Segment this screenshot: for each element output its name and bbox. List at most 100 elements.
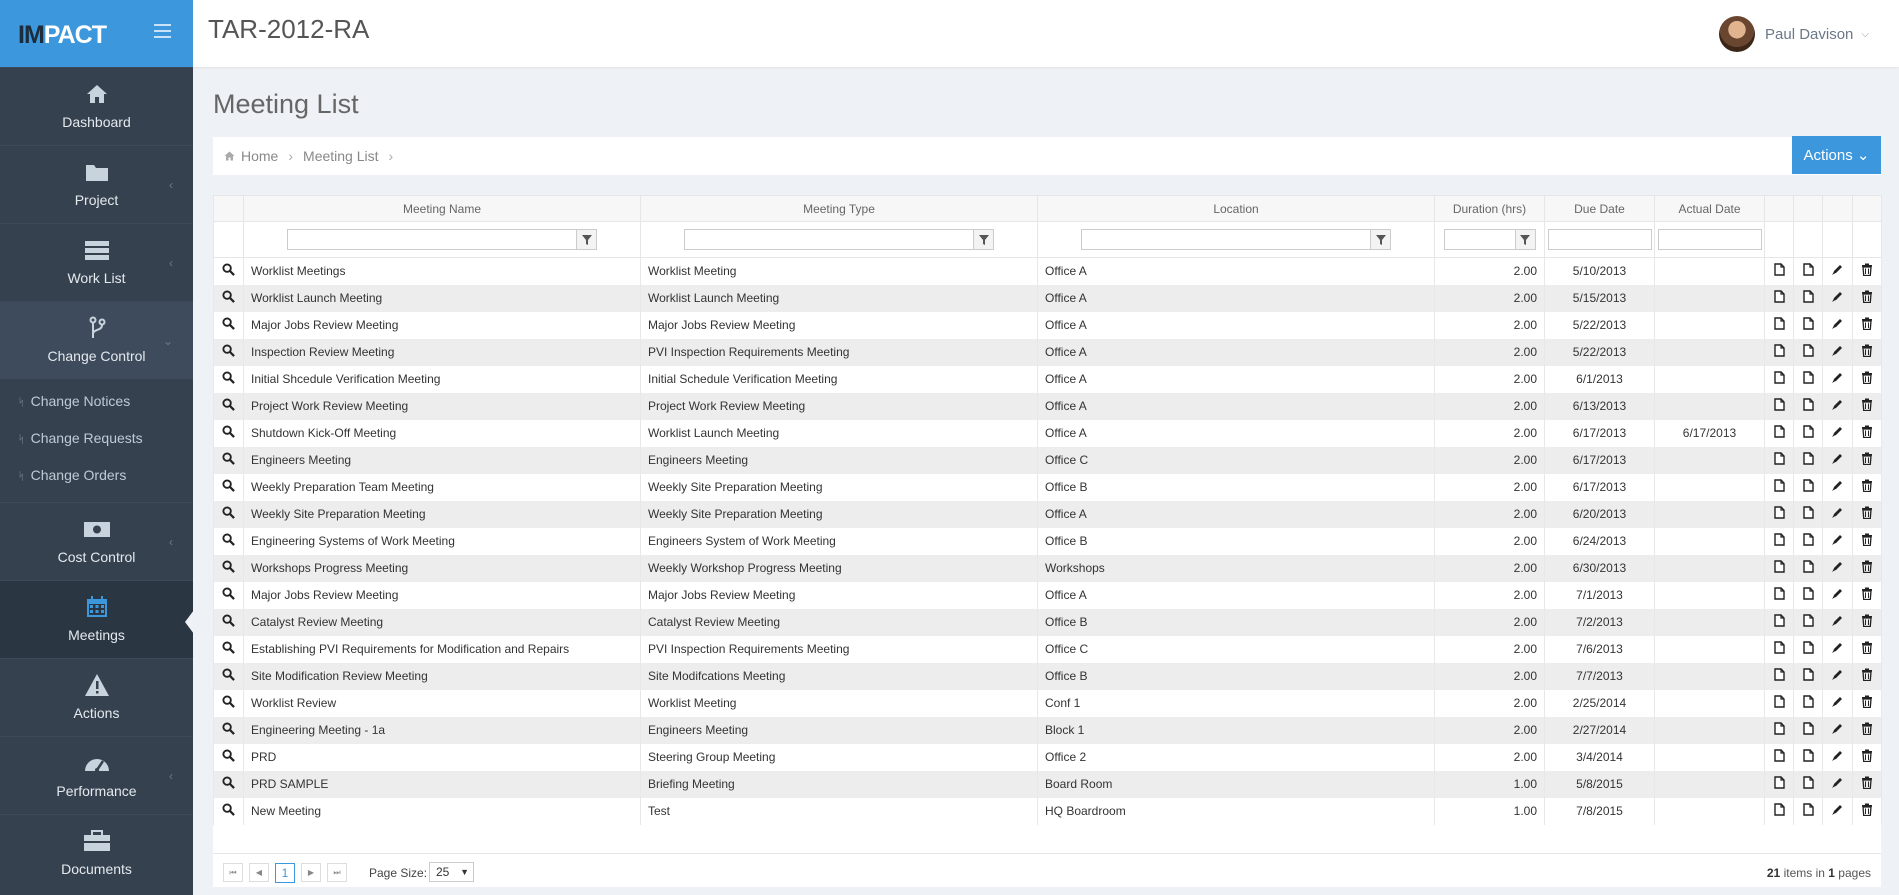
header-due-date[interactable]: Due Date [1544, 195, 1655, 222]
document-icon[interactable] [1773, 641, 1785, 657]
document-icon[interactable] [1773, 479, 1785, 495]
edit-pencil-icon[interactable] [1831, 614, 1844, 630]
duration-filter[interactable] [1443, 229, 1516, 250]
delete-trash-icon[interactable] [1861, 317, 1873, 333]
edit-pencil-icon[interactable] [1831, 452, 1844, 468]
view-details-icon[interactable] [222, 290, 235, 306]
edit-pencil-icon[interactable] [1831, 749, 1844, 765]
document-icon[interactable] [1773, 344, 1785, 360]
prev-page-button[interactable]: ◀ [249, 863, 269, 882]
filter-icon[interactable] [577, 229, 597, 250]
table-row[interactable]: Engineering Systems of Work Meeting Engin… [213, 527, 1882, 555]
view-details-icon[interactable] [222, 506, 235, 522]
report-document-icon[interactable] [1802, 560, 1814, 576]
table-row[interactable]: Major Jobs Review Meeting Major Jobs Revi… [213, 311, 1882, 339]
edit-pencil-icon[interactable] [1831, 722, 1844, 738]
view-details-icon[interactable] [222, 587, 235, 603]
delete-trash-icon[interactable] [1861, 344, 1873, 360]
edit-pencil-icon[interactable] [1831, 317, 1844, 333]
view-details-icon[interactable] [222, 722, 235, 738]
edit-pencil-icon[interactable] [1831, 587, 1844, 603]
report-document-icon[interactable] [1802, 479, 1814, 495]
delete-trash-icon[interactable] [1861, 452, 1873, 468]
document-icon[interactable] [1773, 722, 1785, 738]
document-icon[interactable] [1773, 371, 1785, 387]
table-row[interactable]: Establishing PVI Requirements for Modifi… [213, 635, 1882, 663]
sidebar-item-dashboard[interactable]: Dashboard [0, 67, 193, 145]
delete-trash-icon[interactable] [1861, 479, 1873, 495]
sidebar-item-meetings[interactable]: Meetings [0, 580, 194, 658]
view-details-icon[interactable] [222, 560, 235, 576]
edit-pencil-icon[interactable] [1831, 533, 1844, 549]
sidebar-item-project[interactable]: Project ‹ [0, 145, 193, 223]
document-icon[interactable] [1773, 317, 1785, 333]
view-details-icon[interactable] [222, 371, 235, 387]
view-details-icon[interactable] [222, 776, 235, 792]
sidebar-item-change-control[interactable]: Change Control ⌄ [0, 301, 193, 379]
report-document-icon[interactable] [1802, 533, 1814, 549]
document-icon[interactable] [1773, 560, 1785, 576]
view-details-icon[interactable] [222, 263, 235, 279]
document-icon[interactable] [1773, 776, 1785, 792]
table-row[interactable]: PRD Steering Group Meeting Office 2 2.00 3/4… [213, 743, 1882, 771]
table-row[interactable]: Initial Shcedule Verification Meeting Ini… [213, 365, 1882, 393]
table-row[interactable]: Engineering Meeting - 1a Engineers Meetin… [213, 716, 1882, 744]
delete-trash-icon[interactable] [1861, 560, 1873, 576]
report-document-icon[interactable] [1802, 506, 1814, 522]
report-document-icon[interactable] [1802, 425, 1814, 441]
header-meeting-name[interactable]: Meeting Name [243, 195, 641, 222]
actual-date-filter[interactable] [1657, 229, 1762, 250]
report-document-icon[interactable] [1802, 344, 1814, 360]
filter-icon[interactable] [1515, 229, 1536, 250]
table-row[interactable]: Catalyst Review Meeting Catalyst Review M… [213, 608, 1882, 636]
table-row[interactable]: PRD SAMPLE Briefing Meeting Board Room 1.00… [213, 770, 1882, 798]
table-row[interactable]: Worklist Launch Meeting Worklist Launch M… [213, 284, 1882, 312]
user-menu[interactable]: Paul Davison ⌵ [1719, 16, 1869, 52]
report-document-icon[interactable] [1802, 371, 1814, 387]
sidebar-item-change-notices[interactable]: ᛋ Change Notices [0, 383, 193, 420]
document-icon[interactable] [1773, 803, 1785, 819]
document-icon[interactable] [1773, 749, 1785, 765]
document-icon[interactable] [1773, 425, 1785, 441]
breadcrumb-current-link[interactable]: Meeting List [303, 148, 378, 164]
edit-pencil-icon[interactable] [1831, 263, 1844, 279]
document-icon[interactable] [1773, 533, 1785, 549]
meeting-type-filter[interactable] [684, 229, 974, 250]
table-row[interactable]: Major Jobs Review Meeting Major Jobs Revi… [213, 581, 1882, 609]
page-size-select[interactable]: 25 ▼ [429, 862, 474, 882]
header-location[interactable]: Location [1037, 195, 1435, 222]
edit-pencil-icon[interactable] [1831, 398, 1844, 414]
sidebar-item-cost-control[interactable]: Cost Control ‹ [0, 502, 193, 580]
report-document-icon[interactable] [1802, 317, 1814, 333]
view-details-icon[interactable] [222, 695, 235, 711]
table-row[interactable]: Weekly Preparation Team Meeting Weekly Si… [213, 473, 1882, 501]
document-icon[interactable] [1773, 614, 1785, 630]
table-row[interactable]: Workshops Progress Meeting Weekly Worksho… [213, 554, 1882, 582]
breadcrumb-home-link[interactable]: Home [241, 148, 278, 164]
sidebar-item-change-orders[interactable]: ᛋ Change Orders [0, 457, 193, 494]
edit-pencil-icon[interactable] [1831, 425, 1844, 441]
edit-pencil-icon[interactable] [1831, 803, 1844, 819]
edit-pencil-icon[interactable] [1831, 695, 1844, 711]
table-row[interactable]: Worklist Review Worklist Meeting Conf 1 2.0… [213, 689, 1882, 717]
table-row[interactable]: Worklist Meetings Worklist Meeting Office … [213, 257, 1882, 285]
report-document-icon[interactable] [1802, 614, 1814, 630]
view-details-icon[interactable] [222, 533, 235, 549]
menu-toggle-icon[interactable] [154, 24, 171, 38]
delete-trash-icon[interactable] [1861, 533, 1873, 549]
report-document-icon[interactable] [1802, 290, 1814, 306]
delete-trash-icon[interactable] [1861, 695, 1873, 711]
table-row[interactable]: Shutdown Kick-Off Meeting Worklist Launch… [213, 419, 1882, 447]
sidebar-item-change-requests[interactable]: ᛋ Change Requests [0, 420, 193, 457]
view-details-icon[interactable] [222, 452, 235, 468]
document-icon[interactable] [1773, 695, 1785, 711]
report-document-icon[interactable] [1802, 398, 1814, 414]
sidebar-item-documents[interactable]: Documents [0, 814, 193, 892]
sidebar-item-work-list[interactable]: Work List ‹ [0, 223, 193, 301]
view-details-icon[interactable] [222, 803, 235, 819]
view-details-icon[interactable] [222, 614, 235, 630]
delete-trash-icon[interactable] [1861, 776, 1873, 792]
edit-pencil-icon[interactable] [1831, 371, 1844, 387]
delete-trash-icon[interactable] [1861, 749, 1873, 765]
due-date-filter[interactable] [1547, 229, 1652, 250]
